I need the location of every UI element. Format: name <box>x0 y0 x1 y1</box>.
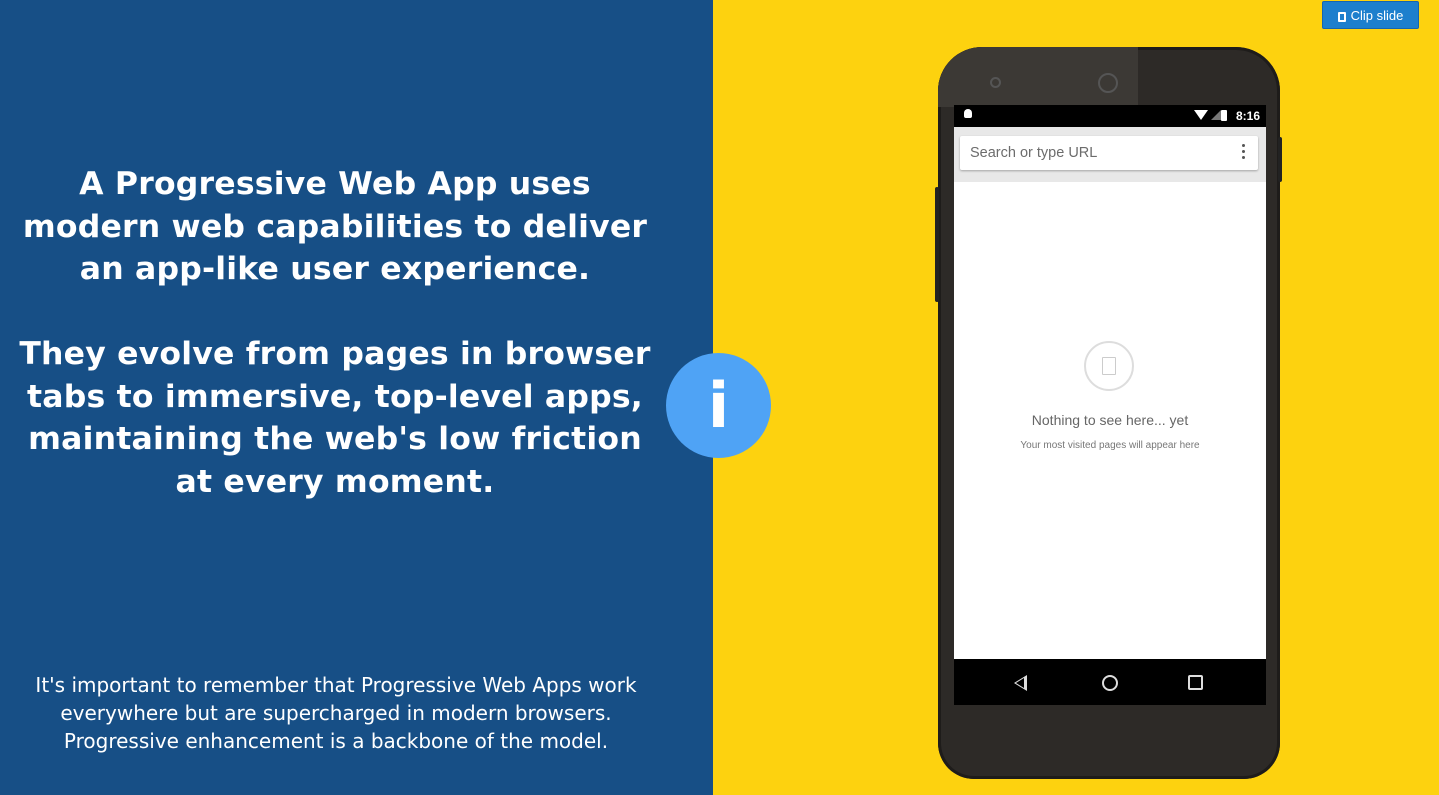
recents-icon[interactable] <box>1188 675 1203 690</box>
wifi-icon <box>1194 110 1208 120</box>
clip-icon <box>1337 12 1346 22</box>
signal-icon <box>1211 110 1221 120</box>
url-input[interactable]: Search or type URL <box>960 136 1258 170</box>
status-bar: 8:16 <box>954 105 1266 127</box>
pwa-footnote: It's important to remember that Progress… <box>35 673 637 753</box>
info-icon: i <box>666 353 771 458</box>
overflow-menu-icon[interactable] <box>1242 144 1246 162</box>
sensor-icon <box>990 77 1001 88</box>
pwa-subheading: They evolve from pages in browser tabs t… <box>19 336 651 500</box>
clip-slide-button[interactable]: Clip slide <box>1322 1 1419 29</box>
bulb-icon <box>964 109 972 118</box>
android-navbar <box>954 659 1266 705</box>
home-icon[interactable] <box>1102 675 1118 691</box>
battery-icon <box>1221 110 1227 121</box>
phone-mockup: 8:16 Search or type URL Nothing to see h… <box>935 47 1282 779</box>
volume-button <box>935 187 939 302</box>
status-time: 8:16 <box>1235 109 1260 123</box>
empty-page-icon <box>1084 341 1134 391</box>
power-button <box>1278 137 1282 182</box>
left-panel: A Progressive Web App uses modern web ca… <box>0 0 713 795</box>
empty-subtitle: Your most visited pages will appear here <box>1020 440 1200 451</box>
camera-icon <box>1098 73 1118 93</box>
url-placeholder: Search or type URL <box>970 145 1098 161</box>
url-bar-area: Search or type URL <box>954 127 1266 182</box>
phone-screen: 8:16 Search or type URL Nothing to see h… <box>954 105 1266 705</box>
pwa-heading: A Progressive Web App uses modern web ca… <box>22 166 648 287</box>
empty-title: Nothing to see here... yet <box>1031 412 1189 428</box>
back-icon[interactable] <box>1014 675 1027 691</box>
clip-slide-label: Clip slide <box>1350 8 1404 23</box>
